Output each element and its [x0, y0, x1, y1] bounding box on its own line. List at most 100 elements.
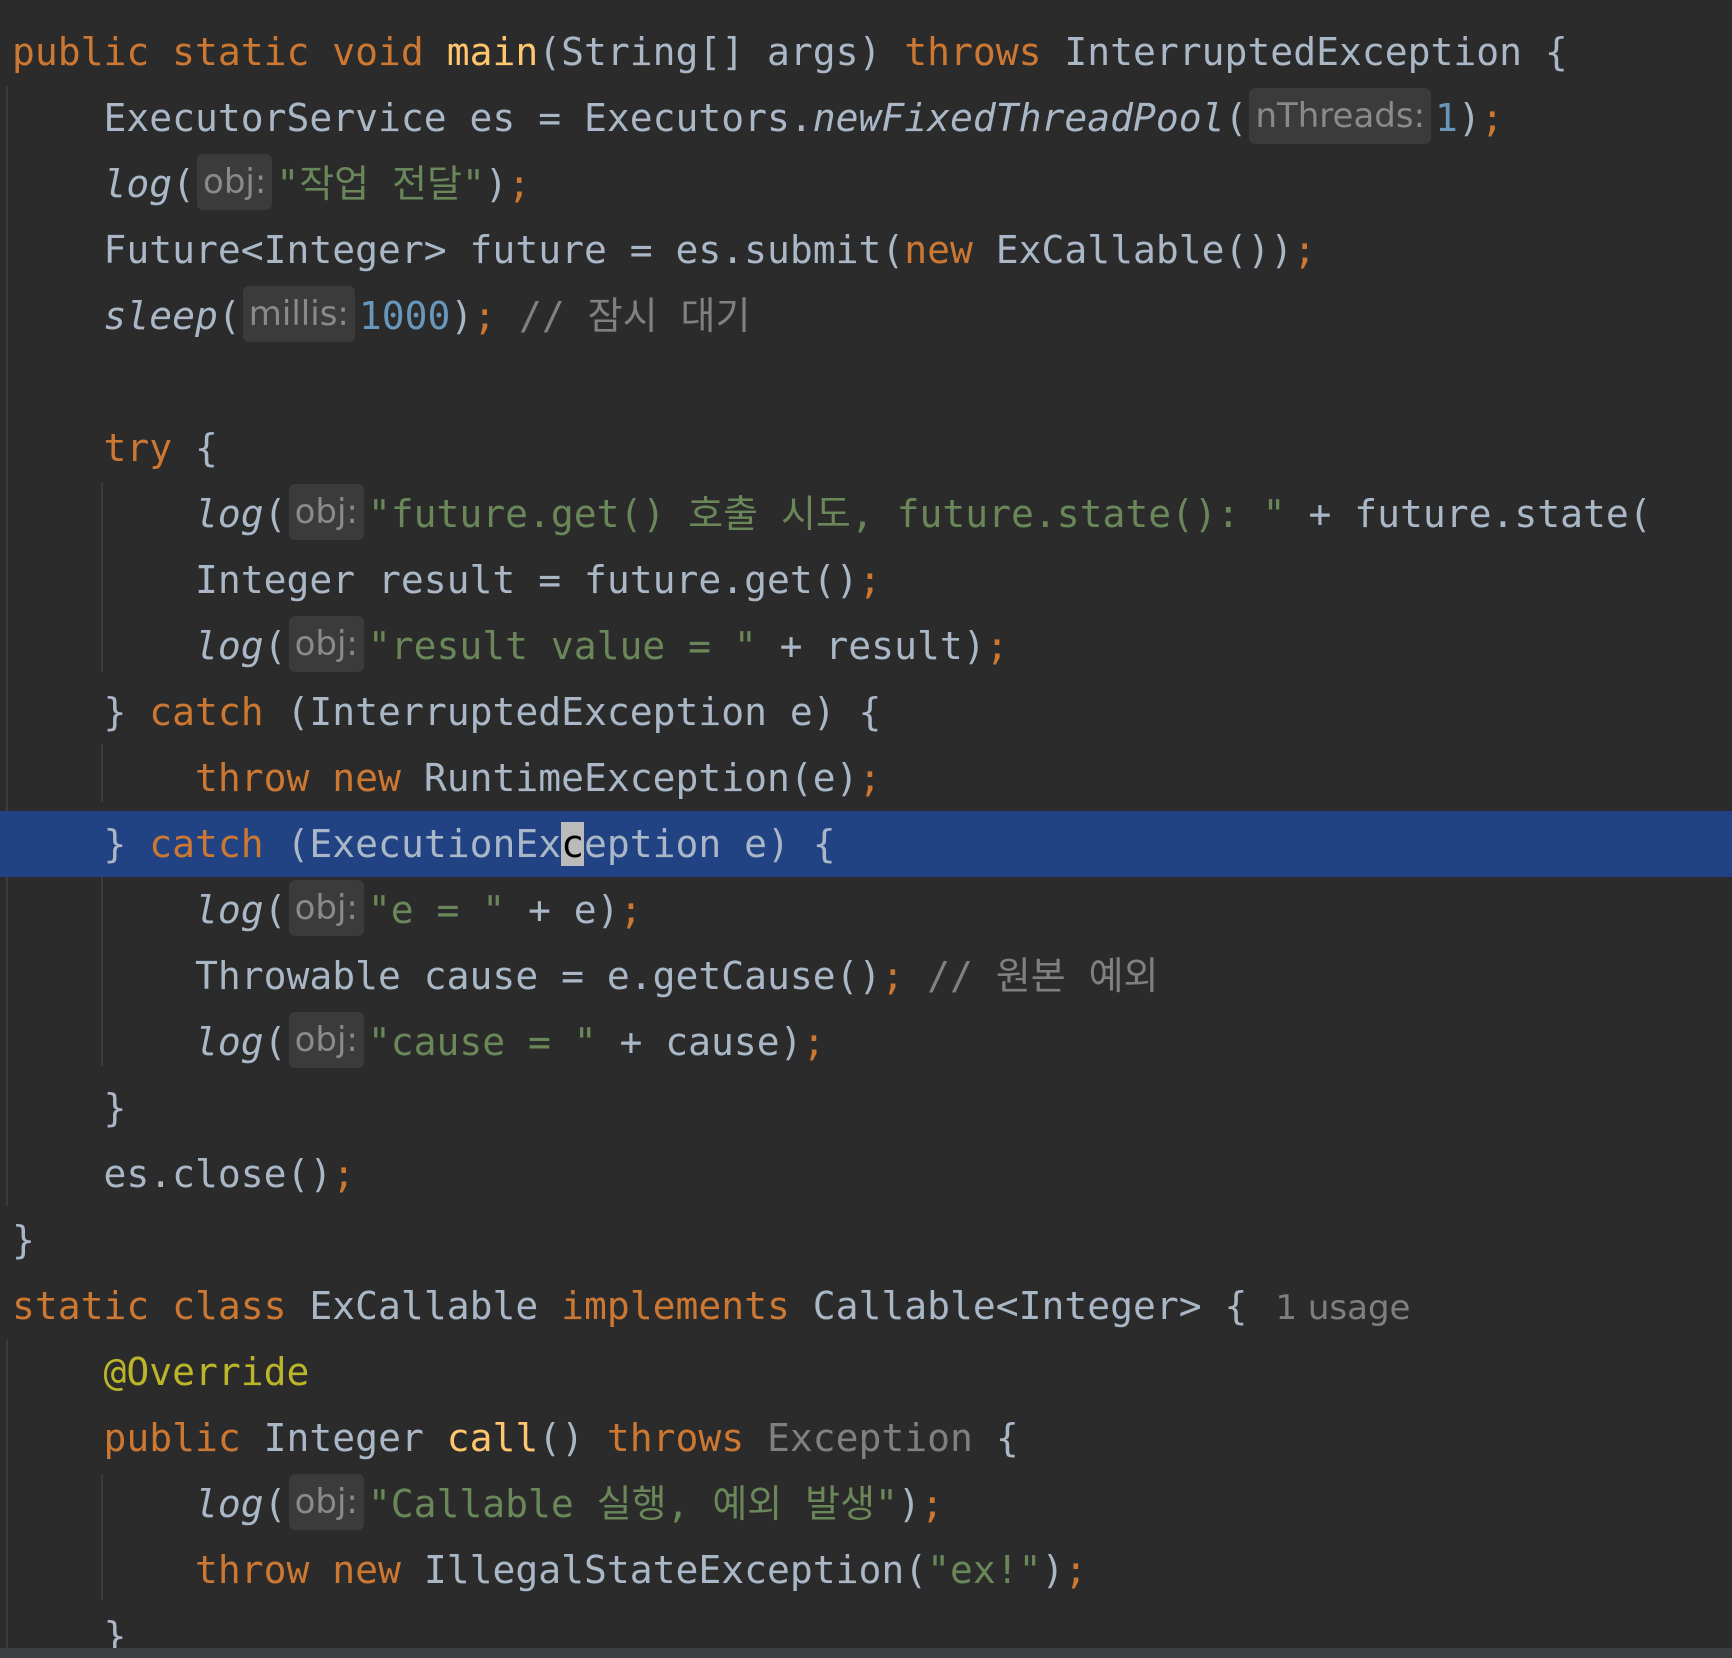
code-line[interactable]: log(obj: "e = " + e); [0, 877, 1732, 943]
code-line[interactable] [0, 349, 1732, 415]
code-line[interactable]: Throwable cause = e.getCause(); // 원본 예외 [0, 943, 1732, 1009]
code-line[interactable]: public Integer call() throws Exception { [0, 1405, 1732, 1471]
code-token: ExecutorService es = Executors. [12, 96, 813, 140]
keyword-token: ; [1064, 1548, 1088, 1592]
code-line[interactable]: public static void main(String[] args) t… [0, 19, 1732, 85]
code-token: Throwable cause = e.getCause() [12, 954, 882, 998]
keyword-token: ; [1480, 96, 1504, 140]
code-comment: // 잠시 대기 [496, 294, 751, 338]
keyword-token: public static void [12, 30, 447, 74]
code-line[interactable]: throw new IllegalStateException("ex!"); [0, 1537, 1732, 1603]
code-line[interactable]: try { [0, 415, 1732, 481]
code-token: (InterruptedException e) { [263, 690, 882, 734]
code-token: call [446, 1416, 539, 1460]
code-token: } [12, 690, 150, 734]
keyword-token: try [103, 426, 173, 470]
code-line[interactable]: @Override [0, 1339, 1732, 1405]
code-comment: // 원본 예외 [904, 954, 1159, 998]
code-token: log [195, 888, 264, 932]
string-literal: "result value = " [367, 624, 757, 668]
code-token: ExCallable [286, 1284, 562, 1328]
string-literal: "cause = " [367, 1020, 597, 1064]
code-token: ) [1457, 96, 1481, 140]
keyword-token: implements [561, 1284, 790, 1328]
keyword-token: ; [802, 1020, 826, 1064]
code-token: ( [1224, 96, 1248, 140]
code-line[interactable]: } [0, 1075, 1732, 1141]
code-token: + cause) [596, 1020, 803, 1064]
horizontal-scrollbar[interactable] [0, 1648, 1732, 1658]
code-line[interactable]: } catch (InterruptedException e) { [0, 679, 1732, 745]
keyword-token: ; [473, 294, 497, 338]
code-token: + future.state( [1285, 492, 1652, 536]
code-line[interactable]: throw new RuntimeException(e); [0, 745, 1732, 811]
code-line[interactable]: log(obj: "future.get() 호출 시도, future.stat… [0, 481, 1732, 547]
code-line[interactable]: } [0, 1207, 1732, 1273]
code-token: { [972, 1416, 1019, 1460]
code-line[interactable]: Integer result = future.get(); [0, 547, 1732, 613]
keyword-token: ; [858, 558, 882, 602]
code-line[interactable]: es.close(); [0, 1141, 1732, 1207]
keyword-token: throw new [195, 1548, 401, 1592]
code-line[interactable]: static class ExCallable implements Calla… [0, 1273, 1732, 1339]
code-token: Future<Integer> future = es.submit( [12, 228, 905, 272]
keyword-token: ; [858, 756, 882, 800]
parameter-hint: obj: [288, 1474, 364, 1530]
code-token: } [12, 1086, 127, 1130]
code-line[interactable]: log(obj: "Callable 실행, 예외 발생"); [0, 1471, 1732, 1537]
parameter-hint: obj: [288, 880, 364, 936]
code-token: + e) [505, 888, 620, 932]
code-token: ( [263, 1020, 287, 1064]
code-token: { [172, 426, 218, 470]
code-token: () [538, 1416, 607, 1460]
code-line[interactable]: log(obj: "작업 전달"); [0, 151, 1732, 217]
code-token: (ExecutionEx [263, 822, 562, 866]
code-token: ) [1041, 1548, 1065, 1592]
code-token: (String[] args) [538, 30, 905, 74]
parameter-hint: obj: [288, 1012, 364, 1068]
code-line[interactable]: ExecutorService es = Executors.newFixedT… [0, 85, 1732, 151]
keyword-token: ; [881, 954, 905, 998]
code-token: 1000 [358, 294, 451, 338]
keyword-token: public [103, 1416, 241, 1460]
code-token: Integer result = future.get() [12, 558, 859, 602]
parameter-hint: nThreads: [1249, 88, 1432, 144]
code-line[interactable]: log(obj: "cause = " + cause); [0, 1009, 1732, 1075]
code-token: newFixedThreadPool [812, 96, 1225, 140]
keyword-token: catch [149, 690, 264, 734]
code-token: InterruptedException { [1041, 30, 1568, 74]
code-token: ( [263, 492, 287, 536]
code-editor[interactable]: public static void main(String[] args) t… [0, 0, 1732, 1658]
code-token: ( [217, 294, 241, 338]
string-literal: "ex!" [927, 1548, 1042, 1592]
keyword-token: throws [904, 30, 1042, 74]
code-line[interactable]: Future<Integer> future = es.submit(new E… [0, 217, 1732, 283]
keyword-token: static class [12, 1284, 287, 1328]
code-token: Exception [767, 1416, 973, 1460]
code-token: log [195, 624, 264, 668]
string-literal: "작업 전달" [276, 162, 485, 206]
code-token: ( [263, 1482, 287, 1526]
keyword-token: new [904, 228, 973, 272]
code-line[interactable]: sleep(millis: 1000); // 잠시 대기 [0, 283, 1732, 349]
keyword-token: catch [149, 822, 264, 866]
code-line[interactable]: log(obj: "result value = " + result); [0, 613, 1732, 679]
code-token: ( [172, 162, 196, 206]
current-code-line[interactable]: } catch (ExecutionException e) { [0, 811, 1732, 877]
code-token: es.close() [12, 1152, 333, 1196]
code-token: ) [897, 1482, 921, 1526]
keyword-token: throws [606, 1416, 745, 1460]
code-token: IllegalStateException( [400, 1548, 928, 1592]
keyword-token: ; [507, 162, 531, 206]
code-token: } [12, 822, 150, 866]
